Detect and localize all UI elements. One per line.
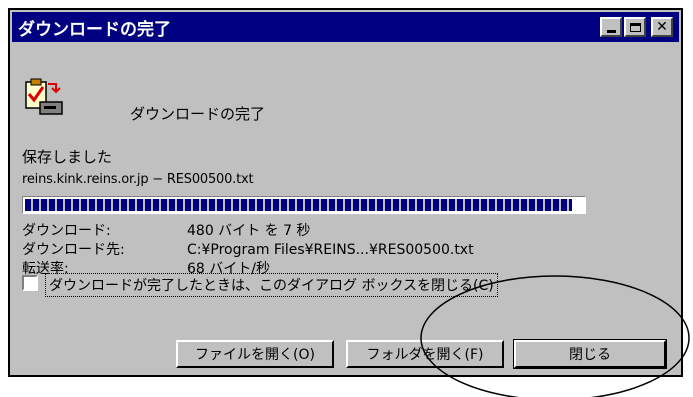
window-title: ダウンロードの完了 [18,19,171,40]
close-on-complete-label[interactable]: ダウンロードが完了したときは、このダイアログ ボックスを閉じる(C) [45,273,498,297]
clipboard-check-icon [22,78,66,118]
progress-fill [25,199,572,211]
open-file-button[interactable]: ファイルを開く(O) [176,340,334,368]
info-value: C:¥Program Files¥REINS...¥RES00500.txt [187,242,474,258]
info-label: ダウンロード先: [22,242,125,258]
info-value: 480 バイト を 7 秒 [187,223,311,239]
info-downloaded: ダウンロード: 480 バイト を 7 秒 [22,220,310,240]
open-folder-button[interactable]: フォルダを開く(F) [346,340,504,368]
info-destination: ダウンロード先: C:¥Program Files¥REINS...¥RES005… [22,239,474,259]
close-on-complete-checkbox[interactable] [22,275,38,291]
title-bar[interactable]: ダウンロードの完了 ✕ [12,12,679,42]
title-bar-buttons: ✕ [600,17,673,37]
maximize-button[interactable] [624,17,646,37]
maximize-icon [629,22,641,32]
close-icon: ✕ [656,19,668,35]
minimize-icon [606,29,616,33]
download-progress-bar [22,196,586,214]
file-source-line: reins.kink.reins.or.jp − RES00500.txt [22,172,254,187]
status-text: 保存しました [22,148,113,166]
download-complete-dialog: ダウンロードの完了 ✕ [8,8,683,377]
minimize-button[interactable] [600,17,622,37]
info-label: ダウンロード: [22,223,111,239]
close-window-button[interactable]: ✕ [651,17,673,37]
close-button[interactable]: 閉じる [513,339,667,369]
dialog-header: ダウンロードの完了 [130,105,266,123]
